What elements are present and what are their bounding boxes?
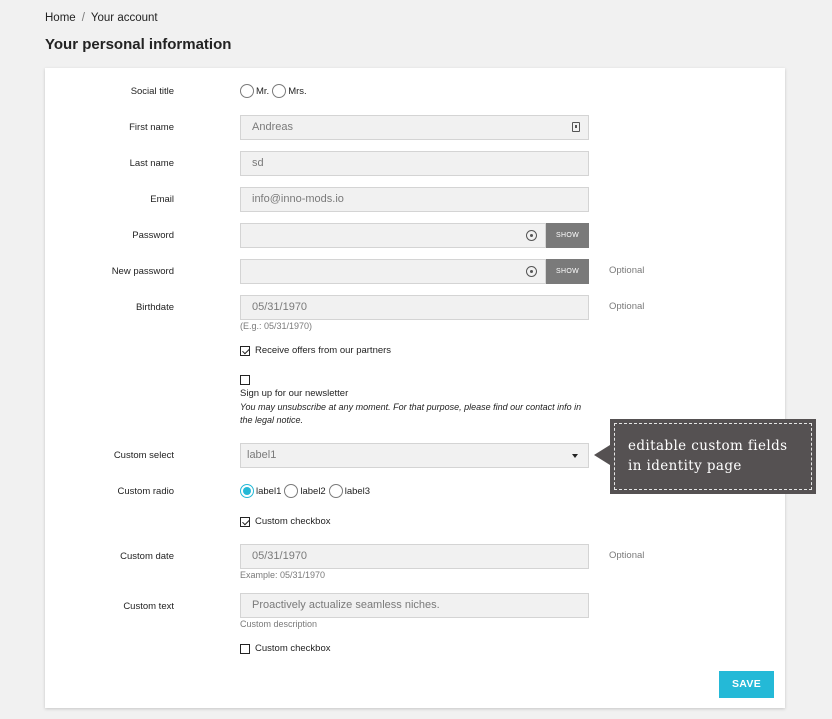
custom-checkbox-1-row: Custom checkbox xyxy=(240,516,331,527)
callout-line-2: in identity page xyxy=(628,458,742,474)
birthdate-value: 05/31/1970 xyxy=(252,301,308,313)
social-title-label: Social title xyxy=(130,86,174,97)
custom-radio-option-2-label[interactable]: label2 xyxy=(300,486,325,497)
custom-date-value: 05/31/1970 xyxy=(252,550,308,562)
custom-date-hint: Example: 05/31/1970 xyxy=(240,570,326,580)
partner-offers-checkbox[interactable] xyxy=(240,345,250,356)
chevron-down-icon xyxy=(572,454,578,458)
social-title-radio-group: Mr. Mrs. xyxy=(240,84,310,98)
newsletter-label[interactable]: Sign up for our newsletter xyxy=(240,387,590,401)
newsletter-block: Sign up for our newsletter You may unsub… xyxy=(240,375,590,428)
custom-select-value: label1 xyxy=(247,449,277,461)
email-value: info@inno-mods.io xyxy=(252,193,344,205)
custom-radio-option-1-label[interactable]: label1 xyxy=(256,486,281,497)
password-input[interactable] xyxy=(240,223,546,248)
custom-text-description: Custom description xyxy=(240,619,318,629)
custom-radio-option-3[interactable] xyxy=(328,484,343,498)
custom-radio-option-3-label[interactable]: label3 xyxy=(345,486,370,497)
birthdate-label: Birthdate xyxy=(135,302,174,313)
custom-text-value: Proactively actualize seamless niches. xyxy=(252,599,440,611)
newsletter-checkbox[interactable] xyxy=(240,375,250,385)
personal-info-form-card: Social title Mr. Mrs. First name Andreas… xyxy=(45,68,785,708)
new-password-label: New password xyxy=(111,266,174,277)
custom-radio-label: Custom radio xyxy=(117,486,175,497)
custom-date-label: Custom date xyxy=(120,551,174,562)
custom-checkbox-1[interactable] xyxy=(240,516,250,527)
custom-text-input[interactable]: Proactively actualize seamless niches. xyxy=(240,593,589,618)
new-password-optional-hint: Optional xyxy=(609,265,645,276)
password-visibility-icon xyxy=(526,230,537,241)
contact-card-icon xyxy=(572,122,580,132)
social-title-mr-radio[interactable] xyxy=(240,84,254,98)
custom-radio-group: label1 label2 label3 xyxy=(240,484,373,498)
birthdate-optional-hint: Optional xyxy=(609,301,645,312)
custom-date-optional-hint: Optional xyxy=(609,550,645,561)
password-label: Password xyxy=(132,230,174,241)
first-name-value: Andreas xyxy=(252,121,293,133)
first-name-input[interactable]: Andreas xyxy=(240,115,589,140)
custom-checkbox-1-label[interactable]: Custom checkbox xyxy=(255,516,331,527)
custom-fields-callout: editable custom fields in identity page xyxy=(594,419,816,494)
custom-select-dropdown[interactable]: label1 xyxy=(240,443,589,468)
first-name-label: First name xyxy=(129,122,174,133)
custom-radio-option-2[interactable] xyxy=(284,484,299,498)
custom-date-input[interactable]: 05/31/1970 xyxy=(240,544,589,569)
custom-text-label: Custom text xyxy=(123,601,174,612)
partner-offers-label[interactable]: Receive offers from our partners xyxy=(255,345,391,356)
email-input[interactable]: info@inno-mods.io xyxy=(240,187,589,212)
new-password-input[interactable] xyxy=(240,259,546,284)
breadcrumb-current[interactable]: Your account xyxy=(91,12,158,24)
last-name-input[interactable]: sd xyxy=(240,151,589,176)
page-title: Your personal information xyxy=(45,36,232,53)
custom-checkbox-2-label[interactable]: Custom checkbox xyxy=(255,643,331,654)
partner-offers-row: Receive offers from our partners xyxy=(240,345,391,356)
custom-checkbox-2[interactable] xyxy=(240,643,250,654)
new-password-visibility-icon xyxy=(526,266,537,277)
custom-radio-option-1[interactable] xyxy=(240,484,254,498)
social-title-mr-label[interactable]: Mr. xyxy=(256,86,269,97)
social-title-mrs-radio[interactable] xyxy=(272,84,287,98)
breadcrumb-separator: / xyxy=(81,12,85,24)
newsletter-description: You may unsubscribe at any moment. For t… xyxy=(240,401,582,426)
last-name-value: sd xyxy=(252,157,264,169)
custom-checkbox-2-row: Custom checkbox xyxy=(240,643,331,654)
new-password-show-button[interactable]: SHOW xyxy=(546,259,589,284)
callout-text: editable custom fields in identity page xyxy=(614,423,812,490)
breadcrumb-home-link[interactable]: Home xyxy=(45,12,76,24)
breadcrumb: Home / Your account xyxy=(45,12,158,24)
save-button[interactable]: SAVE xyxy=(719,671,774,698)
birthdate-input[interactable]: 05/31/1970 xyxy=(240,295,589,320)
birthdate-format-hint: (E.g.: 05/31/1970) xyxy=(240,321,313,331)
callout-line-1: editable custom fields xyxy=(628,438,788,454)
social-title-mrs-label[interactable]: Mrs. xyxy=(288,86,306,97)
password-show-button[interactable]: SHOW xyxy=(546,223,589,248)
last-name-label: Last name xyxy=(129,158,174,169)
custom-select-label: Custom select xyxy=(113,450,174,461)
email-label: Email xyxy=(150,194,174,205)
